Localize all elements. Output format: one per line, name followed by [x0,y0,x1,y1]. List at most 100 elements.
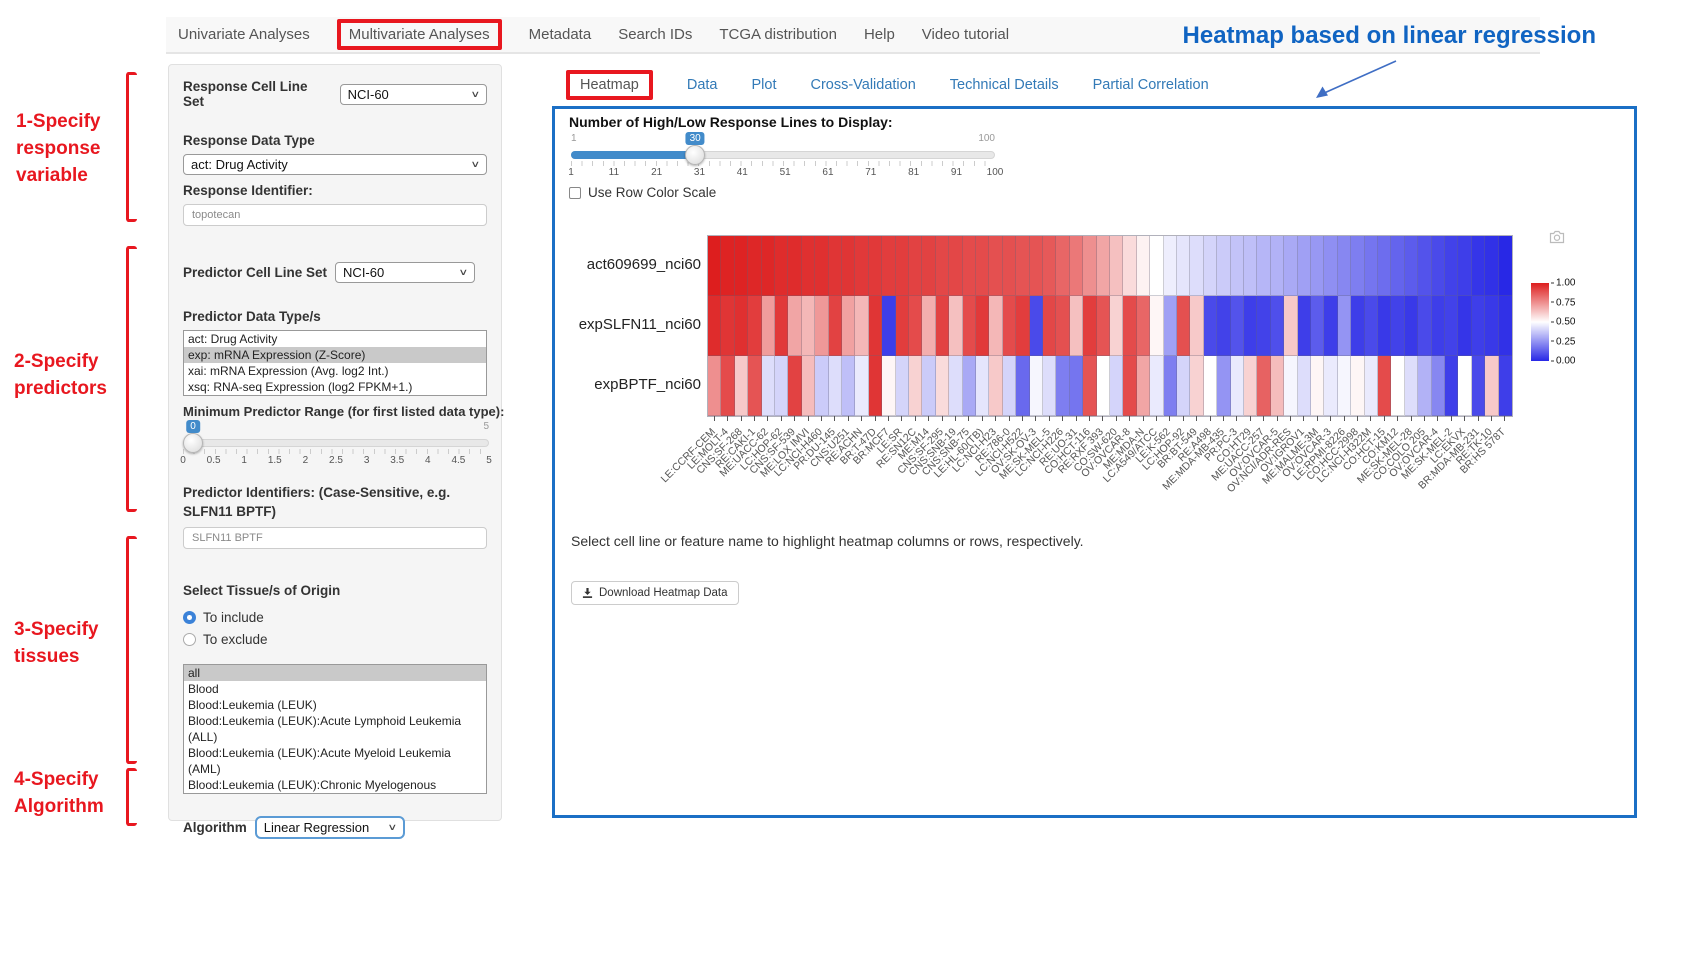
heatmap-cell[interactable] [1391,296,1404,356]
heatmap-cell[interactable] [762,236,775,296]
heatmap-cell[interactable] [896,296,909,356]
heatmap-cell[interactable] [721,236,734,296]
heatmap-cell[interactable] [788,236,801,296]
heatmap-cell[interactable] [963,356,976,416]
heatmap-cell[interactable] [1378,236,1391,296]
tab-cross-validation[interactable]: Cross-Validation [810,77,915,93]
heatmap-cell[interactable] [708,296,721,356]
heatmap-cell[interactable] [989,356,1002,416]
heatmap-cell[interactable] [1150,236,1163,296]
heatmap-cell[interactable] [721,356,734,416]
heatmap-cell[interactable] [815,236,828,296]
heatmap-cell[interactable] [909,296,922,356]
heatmap-cell[interactable] [1365,236,1378,296]
heatmap-cell[interactable] [949,236,962,296]
tissue-listbox[interactable]: allBloodBlood:Leukemia (LEUK)Blood:Leuke… [183,664,487,794]
heatmap-cell[interactable] [882,236,895,296]
heatmap-cell[interactable] [1324,356,1337,416]
radio-unselected-icon[interactable] [183,633,196,646]
predictor-data-type-option[interactable]: xai: mRNA Expression (Avg. log2 Int.) [184,363,486,379]
heatmap-cell[interactable] [1030,296,1043,356]
heatmap-cell[interactable] [1190,356,1203,416]
heatmap-cell[interactable] [1351,296,1364,356]
heatmap-cell[interactable] [762,296,775,356]
heatmap-cell[interactable] [909,356,922,416]
predictor-data-type-option[interactable]: act: Drug Activity [184,331,486,347]
tissue-option[interactable]: Blood:Leukemia (LEUK):Acute Lymphoid Leu… [184,713,486,745]
heatmap-cell[interactable] [815,296,828,356]
heatmap-cell[interactable] [1432,356,1445,416]
heatmap-cell[interactable] [1338,236,1351,296]
predictor-cell-line-set-select[interactable]: NCI-60 ∨ [335,262,475,283]
heatmap-cell[interactable] [1458,236,1471,296]
heatmap-cell[interactable] [1445,296,1458,356]
predictor-data-types-listbox[interactable]: act: Drug Activityexp: mRNA Expression (… [183,330,487,396]
heatmap-cell[interactable] [1405,356,1418,416]
slider-track[interactable] [183,439,489,447]
heatmap-cell[interactable] [802,236,815,296]
heatmap-cell[interactable] [936,296,949,356]
heatmap-cell[interactable] [748,296,761,356]
tissue-option[interactable]: Blood:Leukemia (LEUK):Acute Myeloid Leuk… [184,745,486,777]
heatmap-cell[interactable] [1097,296,1110,356]
heatmap-cell[interactable] [1271,296,1284,356]
heatmap-cell[interactable] [949,296,962,356]
heatmap-cell[interactable] [909,236,922,296]
heatmap-cell[interactable] [1164,356,1177,416]
tissue-option[interactable]: Blood:Leukemia (LEUK) [184,697,486,713]
heatmap-cell[interactable] [855,236,868,296]
heatmap-cell[interactable] [1070,296,1083,356]
heatmap-cell[interactable] [1083,236,1096,296]
heatmap-cell[interactable] [1123,356,1136,416]
heatmap-cell[interactable] [976,356,989,416]
heatmap-cell[interactable] [963,236,976,296]
heatmap-cell[interactable] [1043,236,1056,296]
heatmap-cell[interactable] [735,296,748,356]
heatmap-cell[interactable] [1016,296,1029,356]
heatmap-cell[interactable] [1043,356,1056,416]
heatmap-cell[interactable] [1405,236,1418,296]
heatmap-cell[interactable] [829,296,842,356]
heatmap-cell[interactable] [1097,356,1110,416]
heatmap-cell[interactable] [708,356,721,416]
tab-heatmap[interactable]: Heatmap [566,70,653,100]
heatmap-cell[interactable] [1271,236,1284,296]
heatmap-cell[interactable] [788,356,801,416]
heatmap-cell[interactable] [842,296,855,356]
tab-data[interactable]: Data [687,77,718,93]
min-predictor-range-slider[interactable]: 5 0 00.511.522.533.544.55 [183,421,489,473]
heatmap-cell[interactable] [855,296,868,356]
heatmap-cell[interactable] [1164,236,1177,296]
heatmap-cell[interactable] [1365,356,1378,416]
heatmap-cell[interactable] [922,356,935,416]
heatmap-cell[interactable] [1445,236,1458,296]
heatmap-cell[interactable] [855,356,868,416]
heatmap-cell[interactable] [775,236,788,296]
camera-icon[interactable] [1547,229,1567,245]
heatmap-cell[interactable] [1164,296,1177,356]
heatmap-cell[interactable] [1083,296,1096,356]
heatmap-cell[interactable] [1472,236,1485,296]
heatmap-cell[interactable] [1231,236,1244,296]
heatmap-cell[interactable] [1472,356,1485,416]
heatmap-cell[interactable] [1432,296,1445,356]
heatmap-cell[interactable] [1257,296,1270,356]
predictor-data-type-option[interactable]: xsq: RNA-seq Expression (log2 FPKM+1.) [184,379,486,395]
lines-slider[interactable]: 1 100 30 1112131415161718191100 [571,133,995,185]
heatmap-cell[interactable] [708,236,721,296]
heatmap-cell[interactable] [1177,236,1190,296]
heatmap-cell[interactable] [1458,296,1471,356]
heatmap-cell[interactable] [1378,296,1391,356]
nav-item-tcga-distribution[interactable]: TCGA distribution [719,26,837,43]
heatmap-cell[interactable] [1338,296,1351,356]
heatmap-cell[interactable] [1351,356,1364,416]
heatmap-cell[interactable] [976,296,989,356]
heatmap-cell[interactable] [1204,296,1217,356]
row-label[interactable]: expSLFN11_nci60 [555,295,701,355]
heatmap-cell[interactable] [735,356,748,416]
heatmap-cell[interactable] [802,356,815,416]
heatmap-cell[interactable] [1405,296,1418,356]
heatmap-cell[interactable] [1298,236,1311,296]
heatmap-cell[interactable] [1257,236,1270,296]
heatmap-cell[interactable] [1324,236,1337,296]
